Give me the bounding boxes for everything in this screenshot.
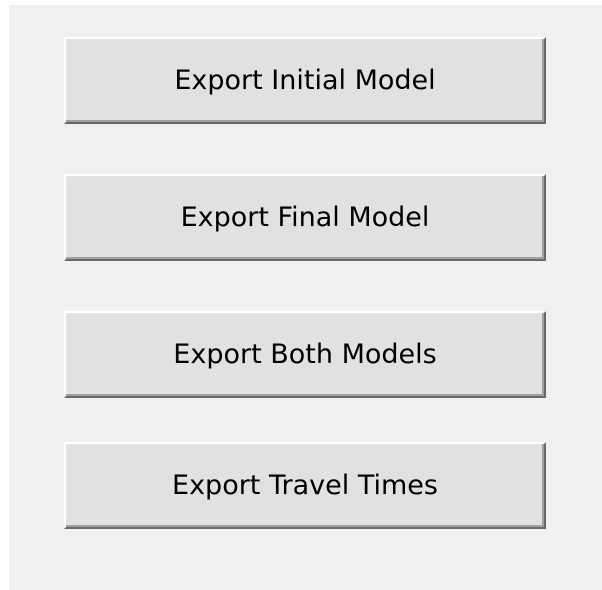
export-both-models-button[interactable]: Export Both Models — [64, 311, 546, 398]
export-final-model-button[interactable]: Export Final Model — [64, 174, 546, 261]
export-both-models-label: Export Both Models — [173, 339, 437, 370]
export-travel-times-button[interactable]: Export Travel Times — [64, 442, 546, 529]
export-final-model-label: Export Final Model — [180, 202, 430, 233]
export-travel-times-label: Export Travel Times — [172, 470, 438, 501]
export-initial-model-label: Export Initial Model — [174, 65, 436, 96]
export-initial-model-button[interactable]: Export Initial Model — [64, 37, 546, 124]
